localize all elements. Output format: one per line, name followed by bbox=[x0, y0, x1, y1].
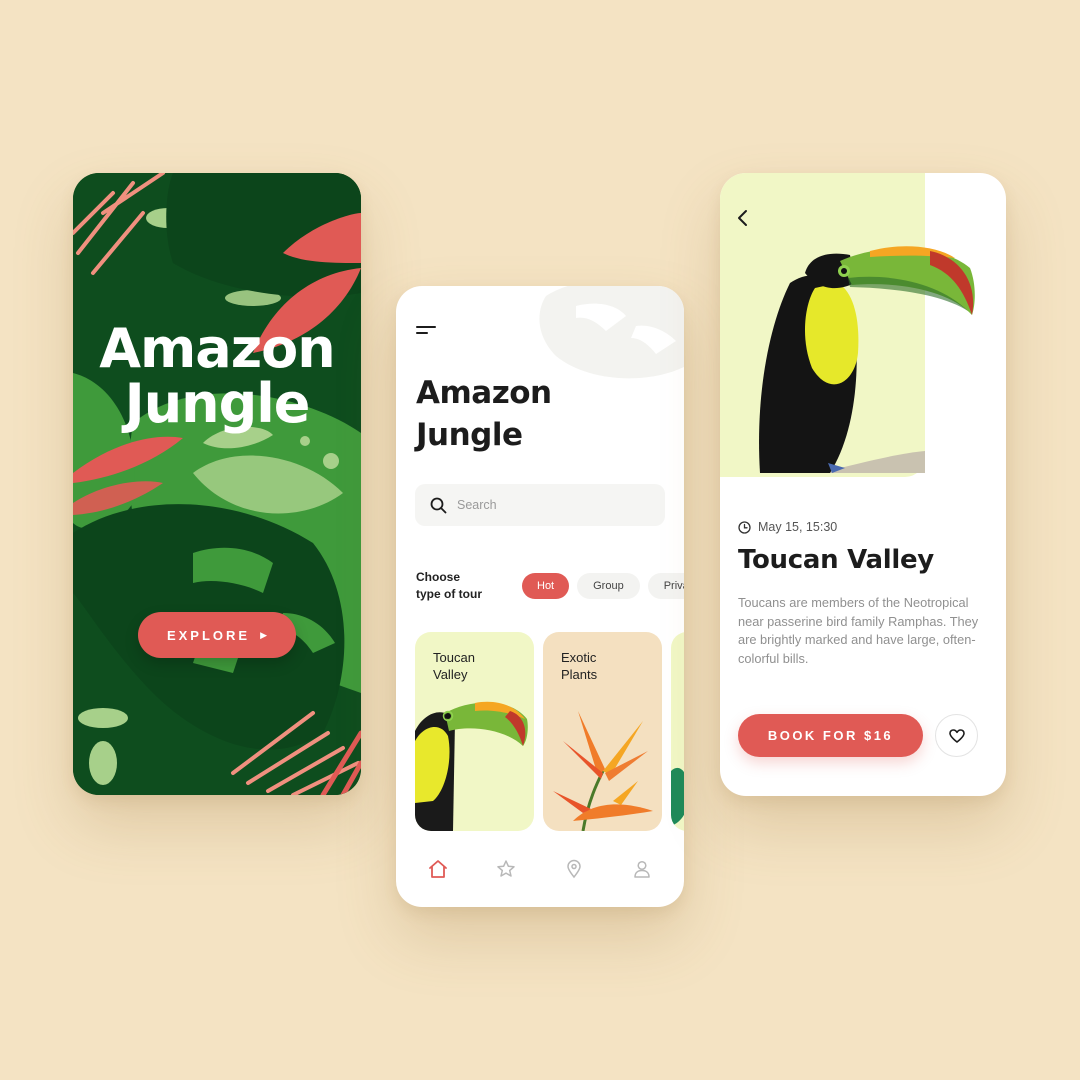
detail-screen: May 15, 15:30 Toucan Valley Toucans are … bbox=[720, 173, 1006, 796]
chip-hot[interactable]: Hot bbox=[522, 573, 570, 599]
splash-screen: Amazon Jungle EXPLORE ▶ bbox=[73, 173, 361, 795]
tour-type-label: Choose type of tour bbox=[416, 569, 516, 603]
detail-title: Toucan Valley bbox=[738, 545, 934, 575]
tour-card-partial[interactable] bbox=[671, 632, 684, 831]
toucan-image bbox=[415, 701, 528, 831]
toucan-hero-image bbox=[720, 173, 975, 477]
tour-card-title-line2: Plants bbox=[561, 667, 598, 682]
nav-profile[interactable] bbox=[630, 857, 654, 881]
tour-card-toucan[interactable]: Toucan Valley bbox=[415, 632, 534, 831]
hamburger-menu-icon[interactable] bbox=[416, 326, 436, 336]
heart-icon bbox=[948, 728, 965, 743]
tour-date-text: May 15, 15:30 bbox=[758, 520, 838, 534]
clock-icon bbox=[738, 520, 751, 534]
tour-card-title-line1: Toucan bbox=[433, 650, 475, 665]
search-input[interactable] bbox=[457, 498, 637, 512]
leaf-image bbox=[671, 767, 684, 826]
detail-description: Toucans are members of the Neotropical n… bbox=[738, 595, 979, 666]
play-arrow-icon: ▶ bbox=[260, 629, 268, 640]
tour-card-title: Exotic Plants bbox=[561, 649, 597, 683]
home-title: Amazon Jungle bbox=[416, 372, 616, 456]
star-icon bbox=[497, 860, 515, 877]
favorite-button[interactable] bbox=[935, 714, 978, 757]
home-screen: Amazon Jungle Choose type of tour Hot Gr… bbox=[396, 286, 684, 907]
bird-of-paradise-flower-image bbox=[553, 711, 653, 831]
home-icon bbox=[429, 860, 447, 878]
user-icon bbox=[634, 860, 650, 878]
search-icon bbox=[430, 497, 447, 513]
tour-cards: Toucan Valley Exotic Plants bbox=[415, 632, 684, 831]
splash-title: Amazon Jungle bbox=[73, 321, 361, 431]
splash-title-line2: Jungle bbox=[124, 372, 311, 435]
tour-card-title-line2: Valley bbox=[433, 667, 468, 682]
home-title-line2: Jungle bbox=[416, 417, 523, 453]
tour-date: May 15, 15:30 bbox=[738, 520, 837, 534]
chevron-left-icon[interactable] bbox=[736, 209, 750, 227]
nav-favorites[interactable] bbox=[494, 857, 518, 881]
explore-button[interactable]: EXPLORE ▶ bbox=[138, 612, 296, 658]
explore-button-label: EXPLORE bbox=[166, 627, 251, 643]
tour-card-title-line1: Exotic bbox=[561, 650, 597, 665]
nav-location[interactable] bbox=[562, 857, 586, 881]
jungle-leaves-illustration bbox=[73, 173, 361, 795]
tour-card-plants[interactable]: Exotic Plants bbox=[543, 632, 662, 831]
tour-type-chips: Hot Group Private bbox=[522, 573, 684, 599]
home-title-line1: Amazon bbox=[416, 375, 552, 411]
chip-group[interactable]: Group bbox=[577, 573, 640, 599]
tour-type-label-line1: Choose bbox=[416, 570, 461, 584]
search-bar[interactable] bbox=[415, 484, 665, 526]
decorative-leaf-watermark bbox=[539, 286, 684, 379]
splash-title-line1: Amazon bbox=[99, 317, 335, 380]
nav-home[interactable] bbox=[426, 857, 450, 881]
bottom-nav bbox=[396, 857, 684, 881]
chip-private[interactable]: Private bbox=[647, 573, 684, 599]
tour-type-label-line2: type of tour bbox=[416, 587, 482, 601]
book-button[interactable]: BOOK FOR $16 bbox=[738, 714, 923, 757]
tour-card-title: Toucan Valley bbox=[433, 649, 475, 683]
location-pin-icon bbox=[567, 859, 581, 879]
